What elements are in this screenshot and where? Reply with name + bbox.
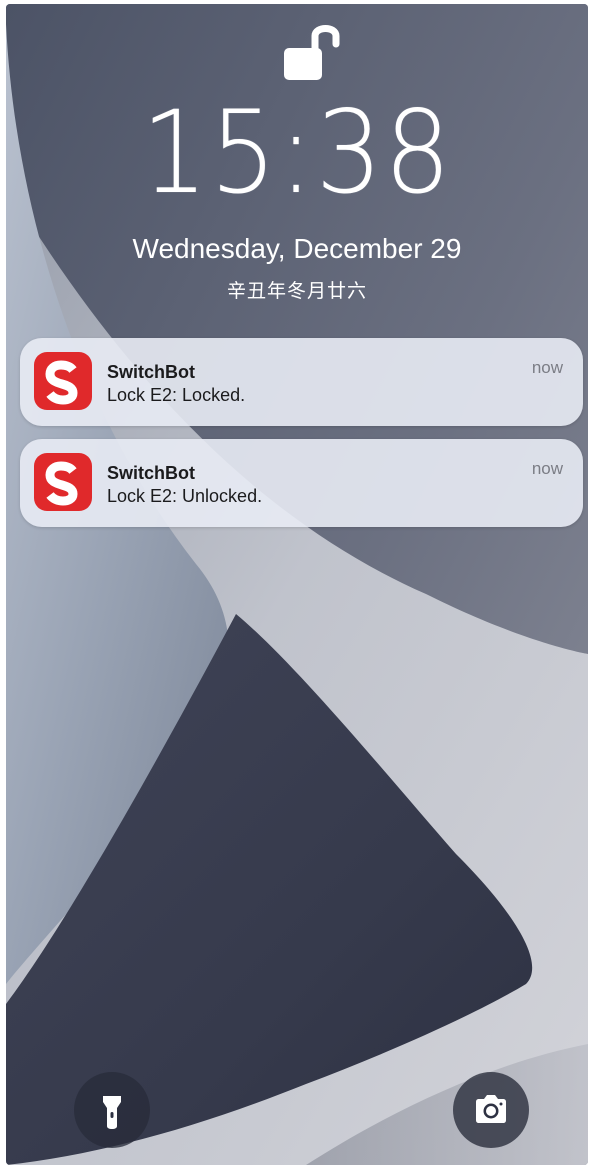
lock-screen-time: 15:38 [141,86,453,219]
switchbot-app-icon [34,453,92,511]
unlocked-padlock-icon [280,20,344,86]
lunar-date: 辛丑年冬月廿六 [226,280,367,302]
notification-app-name: SwitchBot [107,463,195,483]
notification-message: Lock E2: Unlocked. [107,486,263,506]
lock-screen-date: Wednesday, December 29 [132,233,462,264]
lock-screen: 15:38 Wednesday, December 29 辛丑年冬月廿六 Swi… [6,4,588,1165]
notification-time: now [531,358,563,377]
camera-button[interactable] [453,1072,529,1148]
camera-icon [476,1095,506,1123]
flashlight-icon [103,1096,121,1129]
notification-message: Lock E2: Locked. [107,385,246,405]
switchbot-app-icon [34,352,92,410]
notification-app-name: SwitchBot [107,362,195,382]
flashlight-button[interactable] [74,1072,150,1148]
notification-time: now [531,459,563,478]
notification-card[interactable]: SwitchBot Lock E2: Unlocked. now [20,439,583,527]
notification-card[interactable]: SwitchBot Lock E2: Locked. now [20,338,583,426]
